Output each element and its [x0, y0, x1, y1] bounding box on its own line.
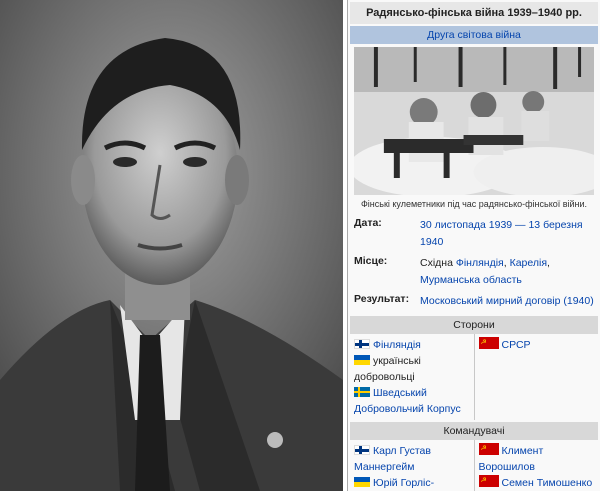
- sides-left: Фінляндія українські добровольці Шведськ…: [350, 334, 474, 420]
- finnish-machine-gunners-image: [354, 47, 594, 195]
- place-separator-2: ,: [547, 257, 550, 269]
- portrait-photo: [0, 0, 343, 491]
- place-link-karelia[interactable]: Карелія: [510, 257, 547, 269]
- result-label: Результат:: [354, 293, 410, 305]
- ussr-flag-icon: [478, 335, 499, 351]
- ussr-flag-icon: [478, 473, 499, 489]
- result-value[interactable]: Московський мирний договір (1940): [420, 293, 594, 310]
- side-ussr: СРСР: [478, 335, 595, 353]
- commanders-right: Климент Ворошилов Семен Тимошенко: [473, 440, 599, 491]
- date-label: Дата:: [354, 217, 382, 229]
- commander-horlis: Юрій Горліс-Горський: [354, 475, 470, 491]
- side-sweden: Шведський Добровольчий Корпус: [354, 385, 470, 417]
- place-value: Східна Фінляндія, Карелія, Мурманська обл…: [420, 255, 594, 289]
- commander-timoshenko: Семен Тимошенко: [478, 473, 595, 491]
- place-link-murmansk[interactable]: Мурманська область: [420, 274, 522, 286]
- place-prefix: Східна: [420, 257, 456, 269]
- side-ussr-link[interactable]: СРСР: [502, 339, 531, 351]
- sides-header: Сторони: [350, 316, 598, 334]
- ukraine-flag-icon: [354, 355, 370, 365]
- date-value[interactable]: 30 листопада 1939 — 13 березня 1940: [420, 217, 594, 251]
- battle-photo[interactable]: [354, 47, 594, 195]
- place-link-finland[interactable]: Фінляндія: [456, 257, 504, 269]
- place-row: Місце: Східна Фінляндія, Карелія, Мурманс…: [354, 255, 594, 289]
- result-row: Результат: Московський мирний договір (1…: [354, 293, 594, 310]
- infobox-title: Радянсько-фінська війна 1939–1940 рр.: [350, 2, 598, 24]
- side-finland: Фінляндія: [354, 337, 470, 353]
- side-ukraine: українські добровольці: [354, 353, 470, 385]
- sides-columns: Фінляндія українські добровольці Шведськ…: [350, 334, 598, 420]
- sides-right: СРСР: [473, 334, 599, 420]
- commanders-header: Командувачі: [350, 422, 598, 440]
- commanders-columns: Карл Густав Маннергейм Юрій Горліс-Горсь…: [350, 440, 598, 491]
- commander-mannerheim: Карл Густав Маннергейм: [354, 443, 470, 475]
- image-caption: Фінські кулеметники під час радянсько-фі…: [360, 199, 588, 209]
- ussr-flag-icon: [478, 441, 499, 457]
- date-row: Дата: 30 листопада 1939 — 13 березня 194…: [354, 217, 594, 251]
- commanders-left: Карл Густав Маннергейм Юрій Горліс-Горсь…: [350, 440, 474, 491]
- place-label: Місце:: [354, 255, 388, 267]
- side-sweden-link[interactable]: Шведський Добровольчий Корпус: [354, 387, 461, 415]
- part-of-link[interactable]: Друга світова війна: [350, 26, 598, 44]
- finland-flag-icon: [354, 339, 370, 349]
- side-finland-link[interactable]: Фінляндія: [373, 339, 421, 351]
- finland-flag-icon: [354, 445, 370, 455]
- commander-timoshenko-link[interactable]: Семен Тимошенко: [502, 477, 593, 489]
- commander-voroshilov: Климент Ворошилов: [478, 441, 595, 475]
- infobox: Радянсько-фінська війна 1939–1940 рр. Др…: [347, 0, 600, 491]
- sweden-flag-icon: [354, 387, 370, 397]
- ukraine-flag-icon: [354, 477, 370, 487]
